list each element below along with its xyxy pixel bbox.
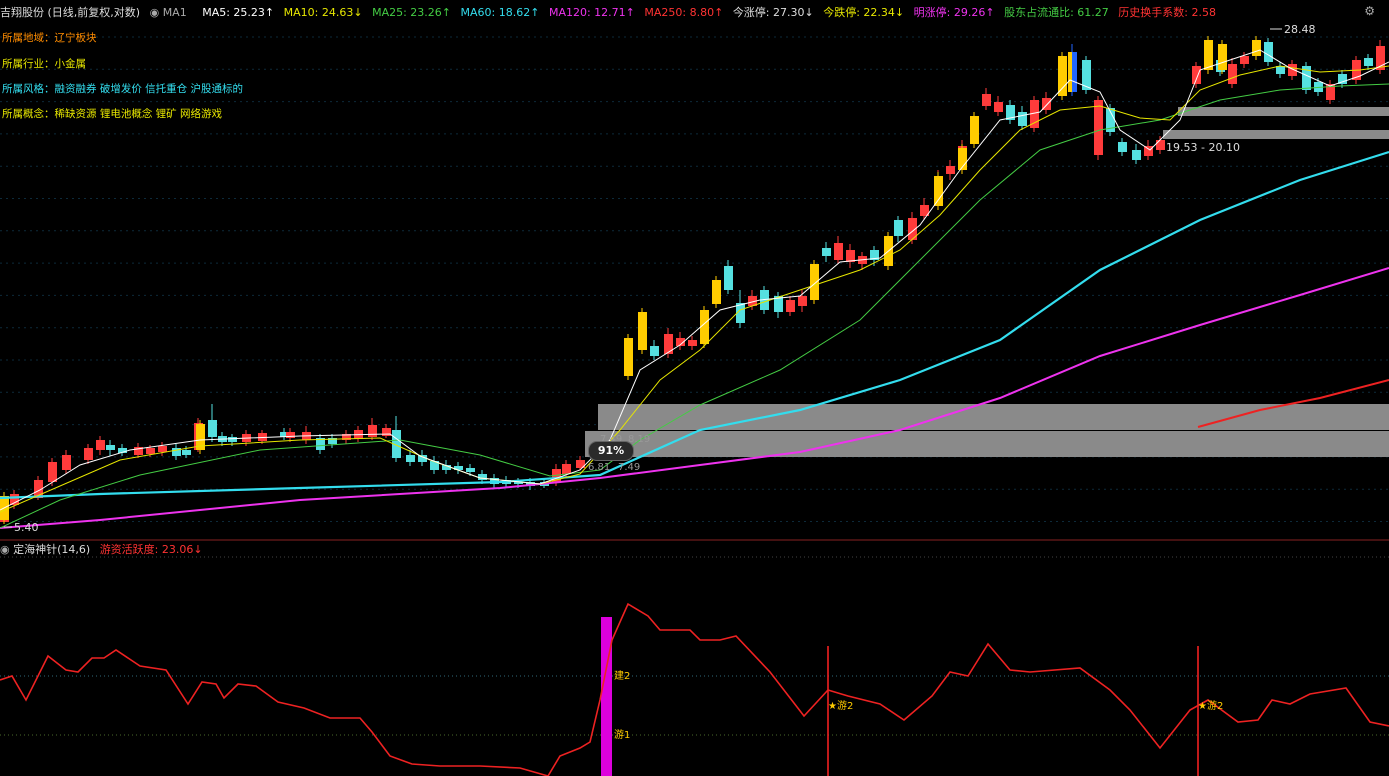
candle-limitup <box>1218 44 1227 70</box>
candle-down <box>466 468 475 472</box>
turnover-coef-value: 历史换手系数: 2.58 <box>1118 6 1216 19</box>
candle-up <box>1094 100 1103 155</box>
float-ratio-value: 股东占流通比: 61.27 <box>1004 6 1109 19</box>
low-price-label: 5.40 <box>14 521 39 534</box>
candle-up <box>10 494 19 505</box>
mark-you1: 游1 <box>614 728 630 741</box>
candle-down <box>182 450 191 455</box>
candle-limitup <box>1252 40 1261 56</box>
candle-limitup <box>970 116 979 144</box>
info-industry: 所属行业：小金属 <box>2 58 86 70</box>
candle-down <box>1118 142 1127 152</box>
ma250-value: MA250: 8.80↑ <box>644 6 724 19</box>
candle-down <box>1276 66 1285 74</box>
candle-limitup <box>810 264 819 300</box>
candle-limitup-edge <box>1068 52 1072 92</box>
candle-down <box>650 346 659 356</box>
ma60-value: MA60: 18.62↑ <box>460 6 540 19</box>
candle-up <box>834 243 843 260</box>
candle-up <box>798 296 807 306</box>
stock-title[interactable]: 吉翔股份 (日线,前复权,对数) <box>0 6 140 19</box>
candle-up <box>1156 140 1165 150</box>
high-price-label: 28.48 <box>1284 23 1316 36</box>
signal-bar <box>601 617 612 776</box>
candle-up <box>1192 66 1201 84</box>
candle-up <box>286 432 295 438</box>
mark-you2: ★游2 <box>1198 699 1223 712</box>
limit-down-value: 今跌停: 22.34↓ <box>823 6 905 19</box>
candle-up <box>84 448 93 460</box>
zone4-label-b: 7.49 <box>618 462 640 473</box>
ma120-value: MA120: 12.71↑ <box>548 6 635 19</box>
candle-up <box>664 334 673 354</box>
candle-limitup <box>1058 56 1067 96</box>
zone1-label: 21.03 - 21.80 <box>1180 119 1254 132</box>
candle-down <box>1364 58 1373 66</box>
candle-up <box>1228 64 1237 84</box>
settings-gear-icon[interactable]: ⚙ <box>1364 4 1375 18</box>
candle-up <box>946 166 955 174</box>
candle-up <box>158 446 167 452</box>
candle-down <box>724 266 733 290</box>
candle-up <box>48 462 57 482</box>
info-style: 所属风格：融资融券 破增发价 信托重仓 沪股通标的 <box>2 83 244 95</box>
indicator-line <box>0 602 1389 776</box>
candle-down <box>1018 112 1027 126</box>
candle-up <box>96 440 105 450</box>
candle-down <box>106 445 115 450</box>
limit-up-value: 今涨停: 27.30↓ <box>732 6 814 19</box>
candle-down <box>894 220 903 236</box>
ma120-line <box>0 267 1389 529</box>
candle-limitup <box>700 310 709 344</box>
candle-limitup <box>1204 40 1213 70</box>
candle-up <box>688 340 697 346</box>
candle-up <box>62 455 71 470</box>
candle-up <box>1240 56 1249 64</box>
zone-bar <box>1178 107 1389 116</box>
chart-header: 吉翔股份 (日线,前复权,对数) ◉ MA1 MA5: 25.23↑ MA10:… <box>0 4 1222 22</box>
candle-down <box>822 248 831 256</box>
candle-down <box>478 474 487 480</box>
sub-chart-header: ◉ 定海神针(14,6) 游资活跃度: 23.06↓ <box>0 541 203 557</box>
mark-you2: ★游2 <box>828 699 853 712</box>
indicator-name: MA1 <box>162 6 187 19</box>
candle-limitup <box>624 338 633 376</box>
candle-up <box>982 94 991 106</box>
candle-limitup <box>638 312 647 350</box>
candle-down <box>228 437 237 442</box>
ma10-value: MA10: 24.63↓ <box>283 6 363 19</box>
candle-down <box>1264 42 1273 62</box>
zone4-label: 6.81 <box>588 462 610 473</box>
candle-down <box>406 455 415 462</box>
info-concept: 所属概念：稀缺资源 锂电池概念 锂矿 网络游戏 <box>2 108 223 120</box>
sub-indicator-value: 游资活跃度: 23.06↓ <box>99 543 203 556</box>
mark-jian2: 建2 <box>614 669 630 682</box>
indicator-toggle[interactable]: ◉ MA1 <box>150 6 193 19</box>
candle-limitup <box>934 176 943 206</box>
candle-down <box>208 420 217 437</box>
candle-limitup <box>712 280 721 304</box>
percent-badge: 91% <box>588 441 634 461</box>
candle-up <box>382 428 391 436</box>
candle-up <box>368 425 377 437</box>
candle-up <box>146 448 155 454</box>
sub-gear-icon[interactable]: ◉ <box>0 543 10 556</box>
candle-down <box>1132 150 1141 160</box>
candle-up <box>786 300 795 312</box>
candle-up <box>562 464 571 474</box>
tomorrow-limit-value: 明涨停: 29.26↑ <box>913 6 995 19</box>
ma5-value: MA5: 25.23↑ <box>202 6 275 19</box>
candle-up <box>994 102 1003 112</box>
sub-indicator-title[interactable]: 定海神针(14,6) <box>13 543 90 556</box>
info-region: 所属地域：辽宁板块 <box>2 32 97 44</box>
zone-bar <box>585 431 1389 457</box>
ma25-value: MA25: 23.26↑ <box>372 6 452 19</box>
zone2-label: 19.53 - 20.10 <box>1166 141 1240 154</box>
